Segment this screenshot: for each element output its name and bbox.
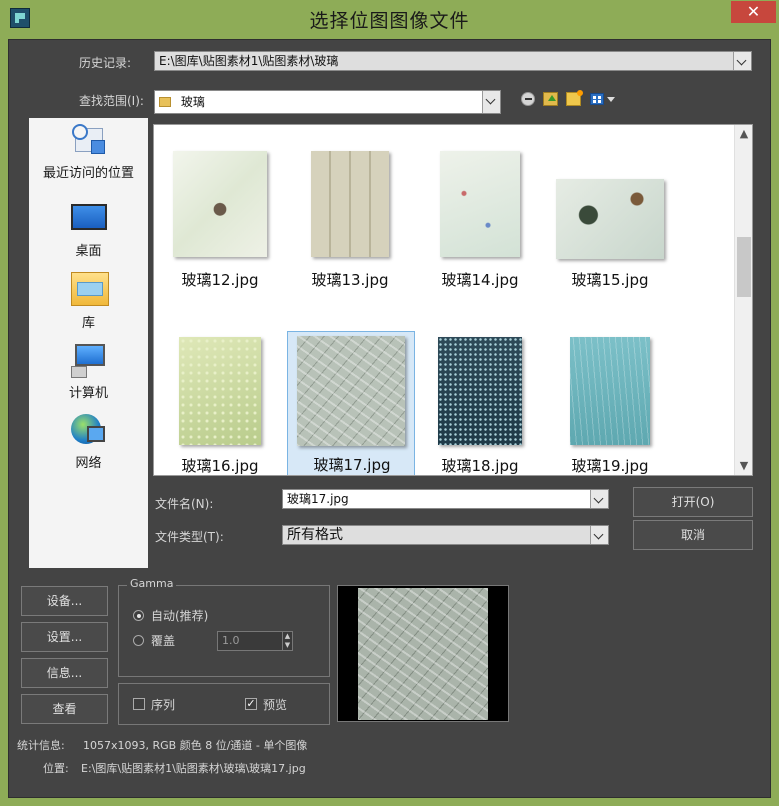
gamma-override-value: 1.0 <box>222 634 240 647</box>
file-thumbnail <box>311 151 389 257</box>
folder-icon <box>159 97 171 107</box>
up-folder-icon[interactable] <box>543 92 558 106</box>
place-label: 桌面 <box>75 244 102 259</box>
file-item[interactable]: 玻璃14.jpg <box>416 129 544 299</box>
file-thumbnail <box>179 337 261 445</box>
sequence-checkbox[interactable] <box>133 698 145 710</box>
lookin-value: 玻璃 <box>180 95 205 109</box>
file-item[interactable]: 玻璃13.jpg <box>286 129 414 299</box>
lookin-label: 查找范围(I): <box>79 94 144 108</box>
filename-value: 玻璃17.jpg <box>287 492 349 506</box>
file-thumbnail <box>297 336 405 446</box>
dialog-client: 历史记录: E:\图库\贴图素材1\贴图素材\玻璃 查找范围(I): 玻璃 最近… <box>8 39 771 798</box>
file-thumbnail <box>440 151 520 257</box>
file-name: 玻璃12.jpg <box>181 271 259 289</box>
dialog-window: 选择位图图像文件 ✕ 历史记录: E:\图库\贴图素材1\贴图素材\玻璃 查找范… <box>0 0 779 806</box>
gamma-auto-label: 自动(推荐) <box>151 609 209 623</box>
file-item[interactable]: 玻璃16.jpg <box>156 331 284 475</box>
place-recent[interactable]: 最近访问的位置 <box>29 124 148 181</box>
file-name: 玻璃19.jpg <box>571 457 649 475</box>
scroll-down-icon[interactable]: ▼ <box>735 457 752 475</box>
image-preview <box>337 585 509 722</box>
filetype-value: 所有格式 <box>287 527 343 543</box>
file-name: 玻璃18.jpg <box>441 457 519 475</box>
preview-image <box>358 588 488 720</box>
scroll-up-icon[interactable]: ▲ <box>735 125 752 143</box>
place-label: 最近访问的位置 <box>42 166 134 181</box>
file-item[interactable]: 玻璃15.jpg <box>546 129 674 299</box>
place-label: 网络 <box>75 456 102 471</box>
file-list-scrollbar[interactable]: ▲ ▼ <box>734 125 752 475</box>
close-button[interactable]: ✕ <box>731 1 776 23</box>
file-name: 玻璃15.jpg <box>571 271 649 289</box>
window-title: 选择位图图像文件 <box>309 10 470 32</box>
stats-label: 统计信息: <box>17 739 65 752</box>
file-list[interactable]: 玻璃12.jpg 玻璃13.jpg 玻璃14.jpg 玻璃15.jpg 玻璃16… <box>153 124 753 476</box>
settings-button[interactable]: 设置... <box>21 622 108 652</box>
file-name: 玻璃14.jpg <box>441 271 519 289</box>
filetype-select[interactable]: 所有格式 <box>282 525 609 545</box>
gamma-auto-radio[interactable] <box>133 610 144 621</box>
places-bar: 最近访问的位置 桌面 库 计算机 网络 <box>29 118 148 568</box>
file-item[interactable]: 玻璃18.jpg <box>416 331 544 475</box>
place-label: 计算机 <box>68 386 108 401</box>
place-computer[interactable]: 计算机 <box>29 344 148 401</box>
setup-button[interactable]: 设备... <box>21 586 108 616</box>
scroll-thumb[interactable] <box>737 237 751 297</box>
filetype-label: 文件类型(T): <box>155 530 224 544</box>
file-item[interactable]: 玻璃17.jpg <box>287 331 415 475</box>
view-menu-icon[interactable] <box>590 93 604 105</box>
library-icon <box>70 268 109 308</box>
gamma-override-input[interactable]: 1.0 ▲ ▼ <box>217 631 293 651</box>
location-label: 位置: <box>43 762 69 775</box>
gamma-groupbox: Gamma 自动(推荐) 覆盖 1.0 ▲ ▼ <box>118 577 330 677</box>
sequence-label: 序列 <box>151 698 176 712</box>
file-thumbnail <box>173 151 267 257</box>
back-icon[interactable] <box>521 92 535 106</box>
preview-label: 预览 <box>263 698 288 712</box>
title-bar[interactable]: 选择位图图像文件 ✕ <box>0 0 779 36</box>
filename-label: 文件名(N): <box>155 497 214 511</box>
file-thumbnail <box>570 337 650 445</box>
history-label: 历史记录: <box>79 56 132 70</box>
view-button[interactable]: 查看 <box>21 694 108 724</box>
file-name: 玻璃16.jpg <box>181 457 259 475</box>
open-button[interactable]: 打开(O) <box>633 487 753 517</box>
place-library[interactable]: 库 <box>29 268 148 331</box>
chevron-down-icon[interactable] <box>590 490 608 508</box>
history-combo[interactable]: E:\图库\贴图素材1\贴图素材\玻璃 <box>154 51 752 71</box>
history-value: E:\图库\贴图素材1\贴图素材\玻璃 <box>159 54 339 68</box>
file-name: 玻璃13.jpg <box>311 271 389 289</box>
lookin-combo[interactable]: 玻璃 <box>154 90 501 114</box>
file-thumbnail <box>438 337 522 445</box>
chevron-down-icon[interactable] <box>590 526 608 544</box>
cancel-button[interactable]: 取消 <box>633 520 753 550</box>
gamma-override-radio[interactable] <box>133 635 144 646</box>
chevron-down-icon[interactable] <box>733 52 751 70</box>
place-label: 库 <box>81 316 95 331</box>
preview-checkbox[interactable]: ✓ <box>245 698 257 710</box>
new-folder-icon[interactable] <box>566 90 583 106</box>
info-button[interactable]: 信息... <box>21 658 108 688</box>
file-item[interactable]: 玻璃19.jpg <box>546 331 674 475</box>
options-groupbox: 序列 ✓ 预览 <box>118 683 330 725</box>
recent-places-icon <box>71 124 107 158</box>
network-icon <box>70 414 107 448</box>
place-desktop[interactable]: 桌面 <box>29 202 148 259</box>
view-dropdown-icon[interactable] <box>607 97 615 102</box>
file-name: 玻璃17.jpg <box>313 456 391 474</box>
gamma-override-label: 覆盖 <box>151 634 176 648</box>
spinner-icon[interactable]: ▲ ▼ <box>282 632 292 650</box>
stats-value: 1057x1093, RGB 颜色 8 位/通道 - 单个图像 <box>83 739 308 752</box>
chevron-down-icon[interactable] <box>482 91 500 113</box>
place-network[interactable]: 网络 <box>29 414 148 471</box>
location-value: E:\图库\贴图素材1\贴图素材\玻璃\玻璃17.jpg <box>81 762 306 775</box>
file-thumbnail <box>556 179 664 259</box>
desktop-icon <box>70 202 107 236</box>
gamma-title: Gamma <box>127 577 177 590</box>
filename-input[interactable]: 玻璃17.jpg <box>282 489 609 509</box>
computer-icon <box>70 344 107 378</box>
file-item[interactable]: 玻璃12.jpg <box>156 129 284 299</box>
